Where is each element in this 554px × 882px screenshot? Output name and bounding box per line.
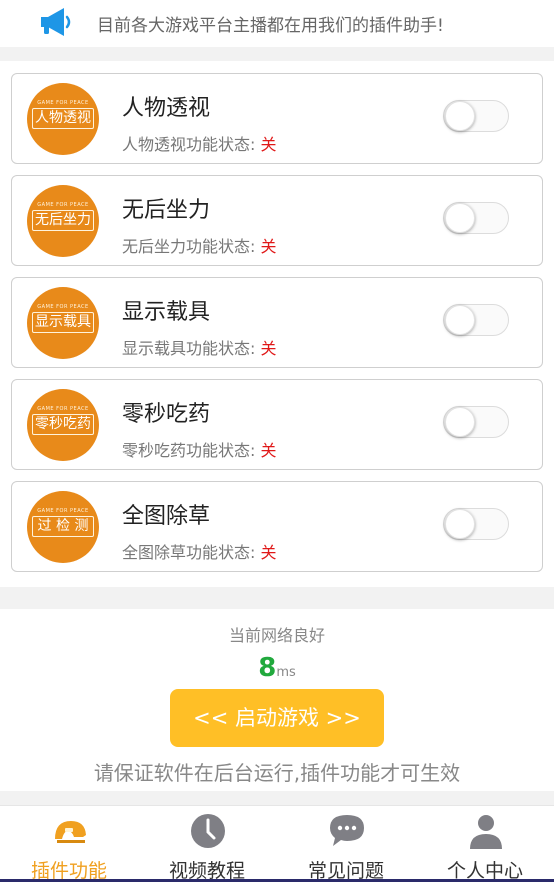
feature-toggle[interactable] [443, 100, 509, 132]
status-value: 关 [260, 543, 277, 562]
ping-readout: 8ms [0, 653, 554, 683]
toggle-knob [445, 407, 475, 437]
toggle-knob [445, 203, 475, 233]
feature-toggle[interactable] [443, 304, 509, 336]
badge-text: 显示载具 [32, 312, 94, 333]
feature-card-show-vehicles: GAME FOR PEACE 显示载具 显示载具 显示载具功能状态: 关 [11, 277, 543, 368]
feature-card-remove-grass: GAME FOR PEACE 过 检 测 全图除草 全图除草功能状态: 关 [11, 481, 543, 572]
feature-badge: GAME FOR PEACE 显示载具 [27, 287, 99, 359]
badge-text: 过 检 测 [32, 516, 94, 537]
badge-text: 零秒吃药 [32, 414, 94, 435]
clock-icon [191, 814, 225, 848]
feature-badge: GAME FOR PEACE 零秒吃药 [27, 389, 99, 461]
badge-subtext: GAME FOR PEACE [37, 508, 89, 514]
tab-profile[interactable]: 个人中心 [416, 806, 554, 882]
launch-game-button[interactable]: << 启动游戏 >> [170, 689, 384, 747]
helmet-icon [55, 821, 86, 843]
feature-card-no-recoil: GAME FOR PEACE 无后坐力 无后坐力 无后坐力功能状态: 关 [11, 175, 543, 266]
notice-bar: 目前各大游戏平台主播都在用我们的插件助手! [0, 0, 554, 47]
badge-text: 人物透视 [32, 108, 94, 129]
tab-plugins[interactable]: 插件功能 [0, 806, 138, 882]
feature-status: 零秒吃药功能状态: 关 [122, 437, 277, 461]
status-label: 零秒吃药功能状态: [122, 441, 256, 460]
toggle-knob [445, 101, 475, 131]
feature-badge: GAME FOR PEACE 过 检 测 [27, 491, 99, 563]
bottom-tab-bar: 插件功能 视频教程 常见问题 个人中心 [0, 805, 554, 882]
status-value: 关 [260, 135, 277, 154]
chat-bubble-icon [330, 815, 364, 846]
badge-subtext: GAME FOR PEACE [37, 406, 89, 412]
feature-toggle[interactable] [443, 508, 509, 540]
tab-faq[interactable]: 常见问题 [277, 806, 415, 882]
notice-text: 目前各大游戏平台主播都在用我们的插件助手! [97, 16, 444, 36]
toggle-knob [445, 509, 475, 539]
megaphone-icon [41, 8, 71, 36]
feature-toggle[interactable] [443, 406, 509, 438]
badge-subtext: GAME FOR PEACE [37, 100, 89, 106]
feature-title: 人物透视 [122, 96, 211, 121]
status-value: 关 [260, 237, 277, 256]
status-label: 全图除草功能状态: [122, 543, 256, 562]
badge-subtext: GAME FOR PEACE [37, 304, 89, 310]
feature-title: 显示载具 [122, 300, 211, 325]
tab-video-tutorials[interactable]: 视频教程 [138, 806, 276, 882]
ping-value: 8 [258, 653, 277, 683]
feature-badge: GAME FOR PEACE 人物透视 [27, 83, 99, 155]
status-value: 关 [260, 339, 277, 358]
status-label: 人物透视功能状态: [122, 135, 256, 154]
toggle-knob [445, 305, 475, 335]
feature-toggle[interactable] [443, 202, 509, 234]
feature-title: 无后坐力 [122, 198, 211, 223]
status-value: 关 [260, 441, 277, 460]
feature-title: 零秒吃药 [122, 402, 211, 427]
feature-status: 显示载具功能状态: 关 [122, 335, 277, 359]
status-label: 无后坐力功能状态: [122, 237, 256, 256]
status-label: 显示载具功能状态: [122, 339, 256, 358]
feature-title: 全图除草 [122, 504, 211, 529]
feature-status: 全图除草功能状态: 关 [122, 539, 277, 563]
feature-status: 无后坐力功能状态: 关 [122, 233, 277, 257]
ping-unit: ms [276, 665, 296, 680]
network-status: 当前网络良好 [228, 626, 325, 645]
feature-card-instant-heal: GAME FOR PEACE 零秒吃药 零秒吃药 零秒吃药功能状态: 关 [11, 379, 543, 470]
background-hint: 请保证软件在后台运行,插件功能才可生效 [93, 761, 461, 785]
launch-panel: 当前网络良好 8ms << 启动游戏 >> 请保证软件在后台运行,插件功能才可生… [0, 609, 554, 791]
user-icon [470, 815, 502, 849]
feature-list: GAME FOR PEACE 人物透视 人物透视 人物透视功能状态: 关 GAM… [0, 61, 554, 587]
badge-text: 无后坐力 [32, 210, 94, 231]
badge-subtext: GAME FOR PEACE [37, 202, 89, 208]
feature-status: 人物透视功能状态: 关 [122, 131, 277, 155]
feature-badge: GAME FOR PEACE 无后坐力 [27, 185, 99, 257]
feature-card-wallhack: GAME FOR PEACE 人物透视 人物透视 人物透视功能状态: 关 [11, 73, 543, 164]
